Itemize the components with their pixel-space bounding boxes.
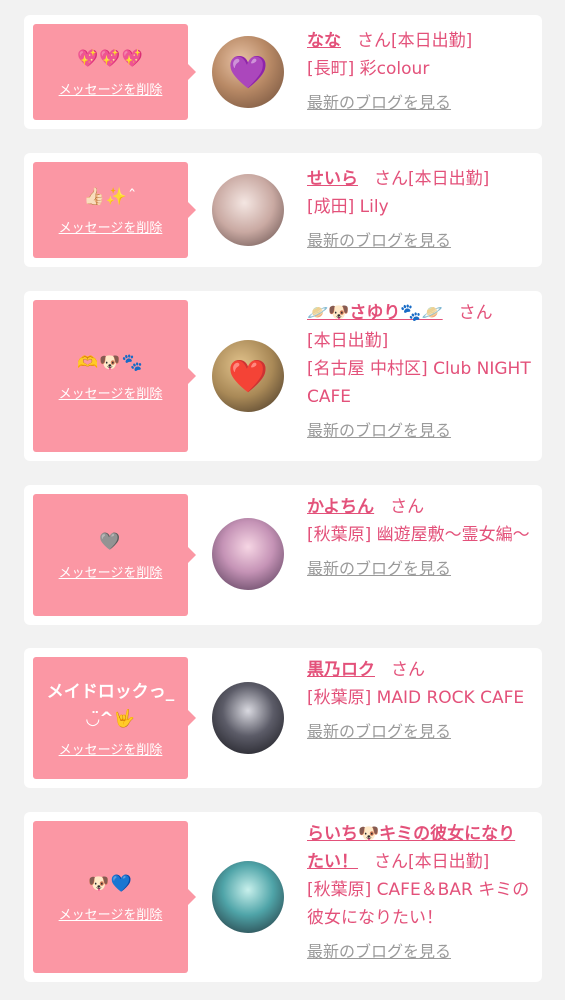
message-bubble: 🩶 メッセージを削除	[33, 494, 196, 616]
avatar[interactable]: 💜	[212, 36, 284, 108]
honorific: さん	[458, 303, 493, 323]
cast-info: なな さん[本日出勤] [長町] 彩colour 最新のブログを見る	[307, 27, 532, 117]
shop-name: [秋葉原] CAFE＆BAR キミの彼女になりたい！	[307, 880, 530, 928]
latest-blog-link[interactable]: 最新のブログを見る	[307, 227, 451, 255]
shop-name: [成田] Lily	[307, 197, 389, 217]
avatar[interactable]	[212, 682, 284, 754]
latest-blog-link[interactable]: 最新のブログを見る	[307, 555, 451, 583]
latest-blog-link[interactable]: 最新のブログを見る	[307, 938, 451, 966]
cast-name-link[interactable]: かよちん	[307, 497, 374, 517]
cast-info: 🪐🐶さゆり🐾🪐 さん [本日出勤] [名古屋 中村区] Club NIGHT CA…	[307, 299, 532, 445]
delete-message-link[interactable]: メッセージを削除	[59, 904, 163, 923]
message-card: メイドロックっ_ ◡̈^🤟 メッセージを削除 黒乃ロク さん [秋葉原] MAID…	[24, 648, 542, 788]
message-text: 👍🏻✨ˆ	[83, 187, 138, 207]
cast-info: 黒乃ロク さん [秋葉原] MAID ROCK CAFE 最新のブログを見る	[307, 656, 532, 746]
message-list: 💖💖💖 メッセージを削除 💜 なな さん[本日出勤] [長町] 彩colour 最…	[0, 0, 565, 1000]
message-card: 🩶 メッセージを削除 かよちん さん [秋葉原] 幽遊屋敷〜霊女編〜 最新のブログ…	[24, 485, 542, 625]
delete-message-link[interactable]: メッセージを削除	[59, 739, 163, 758]
avatar[interactable]	[212, 518, 284, 590]
honorific: さん	[357, 31, 391, 51]
message-card: 👍🏻✨ˆ メッセージを削除 せいら さん[本日出勤] [成田] Lily 最新のブ…	[24, 153, 542, 267]
message-bubble: 🐶💙 メッセージを削除	[33, 821, 196, 973]
shop-name: [名古屋 中村区] Club NIGHT CAFE	[307, 359, 531, 407]
avatar[interactable]	[212, 174, 284, 246]
latest-blog-link[interactable]: 最新のブログを見る	[307, 89, 451, 117]
cast-info: らいち🐶キミの彼女になりたい！ さん[本日出勤] [秋葉原] CAFE＆BAR キ…	[307, 820, 532, 966]
message-bubble: 👍🏻✨ˆ メッセージを削除	[33, 162, 196, 258]
cast-name-link[interactable]: せいら	[307, 169, 358, 189]
message-text: 🐶💙	[88, 874, 133, 894]
message-bubble: メイドロックっ_ ◡̈^🤟 メッセージを削除	[33, 657, 196, 779]
message-text: 💖💖💖	[77, 49, 144, 69]
delete-message-link[interactable]: メッセージを削除	[59, 217, 163, 236]
avatar[interactable]: ❤️	[212, 340, 284, 412]
latest-blog-link[interactable]: 最新のブログを見る	[307, 718, 451, 746]
cast-name-link[interactable]: なな	[307, 31, 341, 51]
working-today-badge: [本日出勤]	[307, 331, 389, 351]
delete-message-link[interactable]: メッセージを削除	[59, 383, 163, 402]
message-card: 🫶🐶🐾 メッセージを削除 ❤️ 🪐🐶さゆり🐾🪐 さん [本日出勤] [名古屋 中村…	[24, 291, 542, 461]
cast-name-link[interactable]: 🪐🐶さゆり🐾🪐	[307, 303, 443, 323]
message-text: メイドロックっ_ ◡̈^🤟	[46, 681, 175, 729]
latest-blog-link[interactable]: 最新のブログを見る	[307, 417, 451, 445]
message-text: 🩶	[99, 532, 122, 552]
honorific: さん	[391, 660, 425, 680]
shop-name: [長町] 彩colour	[307, 59, 430, 79]
cast-name-link[interactable]: 黒乃ロク	[307, 660, 375, 680]
message-bubble: 💖💖💖 メッセージを削除	[33, 24, 196, 120]
shop-name: [秋葉原] 幽遊屋敷〜霊女編〜	[307, 525, 530, 545]
working-today-badge: [本日出勤]	[391, 31, 473, 51]
avatar-sticker-icon: 💜	[228, 53, 268, 91]
delete-message-link[interactable]: メッセージを削除	[59, 79, 163, 98]
working-today-badge: [本日出勤]	[408, 169, 490, 189]
message-card: 💖💖💖 メッセージを削除 💜 なな さん[本日出勤] [長町] 彩colour 最…	[24, 15, 542, 129]
avatar[interactable]	[212, 861, 284, 933]
cast-info: かよちん さん [秋葉原] 幽遊屋敷〜霊女編〜 最新のブログを見る	[307, 493, 532, 583]
working-today-badge: [本日出勤]	[408, 852, 490, 872]
message-text: 🫶🐶🐾	[77, 353, 144, 373]
message-card: 🐶💙 メッセージを削除 らいち🐶キミの彼女になりたい！ さん[本日出勤] [秋葉原…	[24, 812, 542, 982]
cast-info: せいら さん[本日出勤] [成田] Lily 最新のブログを見る	[307, 165, 532, 255]
shop-name: [秋葉原] MAID ROCK CAFE	[307, 688, 525, 708]
honorific: さん	[374, 169, 408, 189]
honorific: さん	[374, 852, 408, 872]
delete-message-link[interactable]: メッセージを削除	[59, 562, 163, 581]
avatar-sticker-icon: ❤️	[228, 357, 268, 395]
honorific: さん	[390, 497, 425, 517]
message-bubble: 🫶🐶🐾 メッセージを削除	[33, 300, 196, 452]
